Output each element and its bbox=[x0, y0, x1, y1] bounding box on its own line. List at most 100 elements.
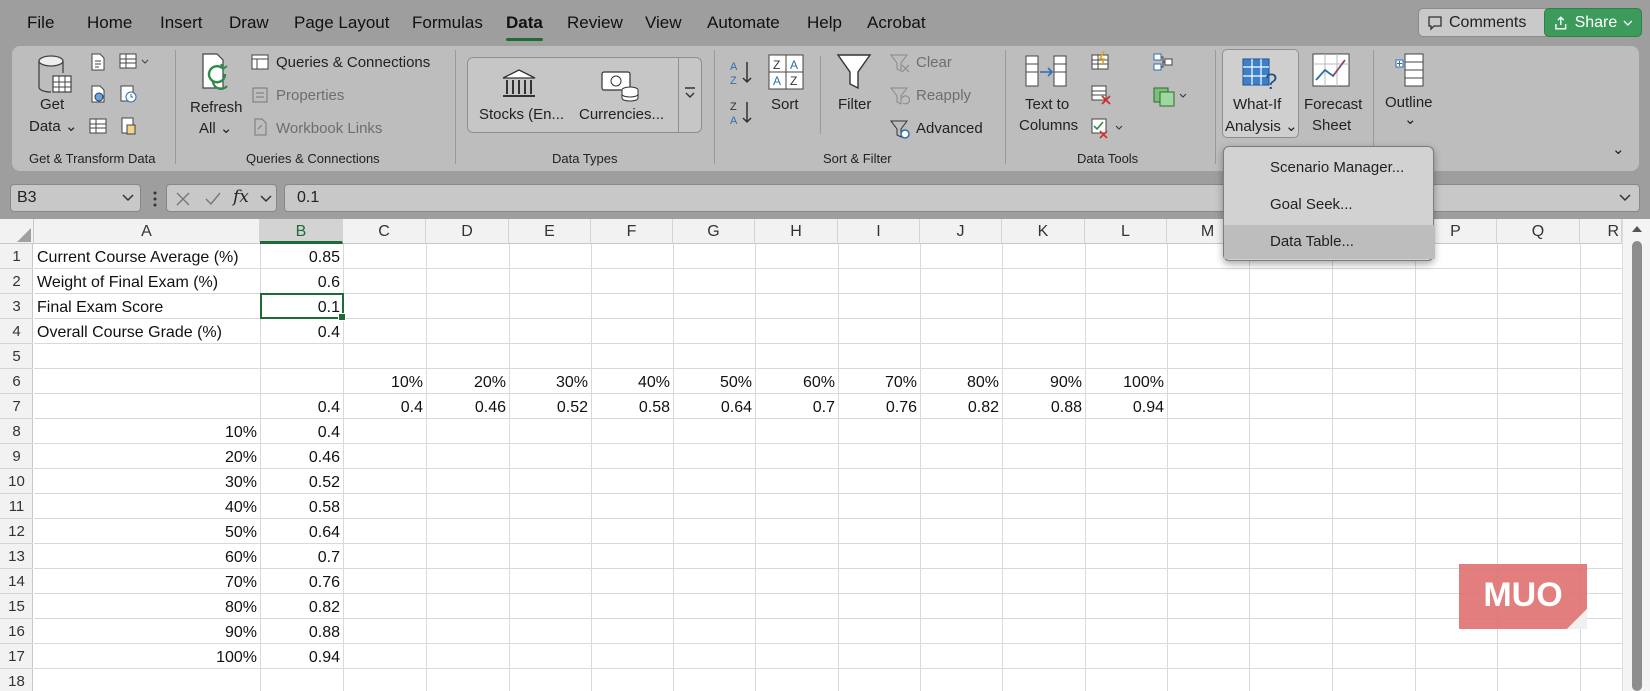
row-header-3[interactable]: 3 bbox=[0, 294, 33, 319]
menu-item-scenario-manager[interactable]: Scenario Manager... bbox=[1224, 151, 1435, 185]
cell-a8[interactable]: 10% bbox=[34, 420, 260, 445]
data-types-expand-button[interactable] bbox=[678, 58, 701, 132]
relationships-icon[interactable] bbox=[1152, 84, 1190, 108]
remove-duplicates-icon[interactable] bbox=[1090, 84, 1112, 106]
cell-a9[interactable]: 20% bbox=[34, 445, 260, 470]
tab-file[interactable]: File bbox=[27, 13, 54, 33]
comments-button[interactable]: Comments bbox=[1418, 8, 1552, 37]
cell-a17[interactable]: 100% bbox=[34, 645, 260, 670]
row-header-10[interactable]: 10 bbox=[0, 469, 33, 494]
cell-b17[interactable]: 0.94 bbox=[260, 645, 343, 670]
chevron-down-icon[interactable] bbox=[260, 195, 272, 203]
queries-connections-button[interactable]: Queries & Connections bbox=[276, 54, 430, 71]
row-header-7[interactable]: 7 bbox=[0, 394, 33, 419]
data-validation-icon[interactable] bbox=[1090, 117, 1124, 139]
forecast-label-2[interactable]: Sheet bbox=[1312, 117, 1351, 134]
from-web-icon[interactable] bbox=[88, 84, 108, 104]
column-header-j[interactable]: J bbox=[920, 219, 1002, 244]
cell-e6[interactable]: 30% bbox=[509, 370, 591, 395]
row-header-18[interactable]: 18 bbox=[0, 669, 33, 691]
tab-view[interactable]: View bbox=[645, 13, 682, 33]
cell-a14[interactable]: 70% bbox=[34, 570, 260, 595]
tab-page-layout[interactable]: Page Layout bbox=[294, 13, 389, 33]
cell-k6[interactable]: 90% bbox=[1002, 370, 1085, 395]
cell-j7[interactable]: 0.82 bbox=[920, 395, 1002, 420]
from-picture-icon[interactable] bbox=[88, 116, 108, 136]
ribbon-collapse-icon[interactable]: ⌄ bbox=[1612, 140, 1625, 158]
cell-a10[interactable]: 30% bbox=[34, 470, 260, 495]
tab-data[interactable]: Data bbox=[506, 13, 543, 41]
menu-item-goal-seek[interactable]: Goal Seek... bbox=[1224, 188, 1435, 222]
insert-function-icon[interactable]: fx bbox=[233, 187, 249, 207]
cell-a2[interactable]: Weight of Final Exam (%) bbox=[35, 270, 260, 295]
reapply-button[interactable]: Reapply bbox=[916, 87, 971, 104]
row-header-4[interactable]: 4 bbox=[0, 319, 33, 344]
tab-draw[interactable]: Draw bbox=[229, 13, 269, 33]
flash-fill-icon[interactable] bbox=[1090, 51, 1112, 73]
from-text-icon[interactable] bbox=[88, 52, 108, 72]
clear-button[interactable]: Clear bbox=[916, 54, 952, 71]
sort-button[interactable]: Sort bbox=[771, 96, 799, 113]
cell-a3[interactable]: Final Exam Score bbox=[35, 295, 260, 320]
cell-g7[interactable]: 0.64 bbox=[673, 395, 755, 420]
existing-connections-icon[interactable] bbox=[118, 116, 138, 136]
cell-d6[interactable]: 20% bbox=[426, 370, 509, 395]
cell-b2[interactable]: 0.6 bbox=[260, 270, 343, 295]
column-header-g[interactable]: G bbox=[673, 219, 755, 244]
cell-b15[interactable]: 0.82 bbox=[260, 595, 343, 620]
row-header-5[interactable]: 5 bbox=[0, 344, 33, 369]
row-header-12[interactable]: 12 bbox=[0, 519, 33, 544]
advanced-button[interactable]: Advanced bbox=[916, 120, 983, 137]
cell-g6[interactable]: 50% bbox=[673, 370, 755, 395]
row-header-6[interactable]: 6 bbox=[0, 369, 33, 394]
column-header-k[interactable]: K bbox=[1002, 219, 1085, 244]
cell-i7[interactable]: 0.76 bbox=[838, 395, 920, 420]
cell-a15[interactable]: 80% bbox=[34, 595, 260, 620]
column-header-b[interactable]: B bbox=[260, 219, 343, 244]
column-header-q[interactable]: Q bbox=[1497, 219, 1580, 244]
cell-c7[interactable]: 0.4 bbox=[343, 395, 426, 420]
refresh-all-label-1[interactable]: Refresh bbox=[190, 99, 243, 116]
cell-a16[interactable]: 90% bbox=[34, 620, 260, 645]
cell-h6[interactable]: 60% bbox=[755, 370, 838, 395]
tab-insert[interactable]: Insert bbox=[160, 13, 203, 33]
cell-a4[interactable]: Overall Course Grade (%) bbox=[35, 320, 260, 345]
cell-b8[interactable]: 0.4 bbox=[260, 420, 343, 445]
cell-b12[interactable]: 0.64 bbox=[260, 520, 343, 545]
cell-a13[interactable]: 60% bbox=[34, 545, 260, 570]
scrollbar-thumb[interactable] bbox=[1632, 241, 1642, 691]
filter-button[interactable]: Filter bbox=[838, 96, 871, 113]
cell-b10[interactable]: 0.52 bbox=[260, 470, 343, 495]
cell-b14[interactable]: 0.76 bbox=[260, 570, 343, 595]
cell-a11[interactable]: 40% bbox=[34, 495, 260, 520]
get-data-label-1[interactable]: Get bbox=[40, 96, 64, 113]
row-header-13[interactable]: 13 bbox=[0, 544, 33, 569]
sort-a-to-z-icon[interactable]: AZ bbox=[729, 58, 755, 88]
cell-b11[interactable]: 0.58 bbox=[260, 495, 343, 520]
cell-d7[interactable]: 0.46 bbox=[426, 395, 509, 420]
cell-k7[interactable]: 0.88 bbox=[1002, 395, 1085, 420]
forecast-label-1[interactable]: Forecast bbox=[1304, 96, 1362, 113]
what-if-analysis-button[interactable]: ? What-If Analysis ⌄ bbox=[1222, 49, 1299, 138]
recent-sources-icon[interactable] bbox=[118, 84, 138, 104]
tab-automate[interactable]: Automate bbox=[707, 13, 780, 33]
share-button[interactable]: Share bbox=[1544, 8, 1642, 37]
stocks-button[interactable]: Stocks (En... bbox=[479, 106, 564, 123]
column-header-c[interactable]: C bbox=[343, 219, 426, 244]
column-header-h[interactable]: H bbox=[755, 219, 838, 244]
column-header-f[interactable]: F bbox=[591, 219, 673, 244]
enter-check-icon[interactable] bbox=[204, 190, 222, 208]
tab-formulas[interactable]: Formulas bbox=[412, 13, 483, 33]
name-box[interactable]: B3 bbox=[10, 184, 141, 212]
tab-review[interactable]: Review bbox=[567, 13, 623, 33]
cell-b9[interactable]: 0.46 bbox=[260, 445, 343, 470]
row-header-15[interactable]: 15 bbox=[0, 594, 33, 619]
column-header-i[interactable]: I bbox=[838, 219, 920, 244]
cell-e7[interactable]: 0.52 bbox=[509, 395, 591, 420]
outline-button[interactable]: Outline bbox=[1385, 94, 1433, 111]
from-table-icon[interactable] bbox=[118, 52, 152, 72]
active-cell-outline[interactable] bbox=[260, 293, 346, 321]
column-header-d[interactable]: D bbox=[426, 219, 509, 244]
row-header-8[interactable]: 8 bbox=[0, 419, 33, 444]
cell-l6[interactable]: 100% bbox=[1085, 370, 1167, 395]
